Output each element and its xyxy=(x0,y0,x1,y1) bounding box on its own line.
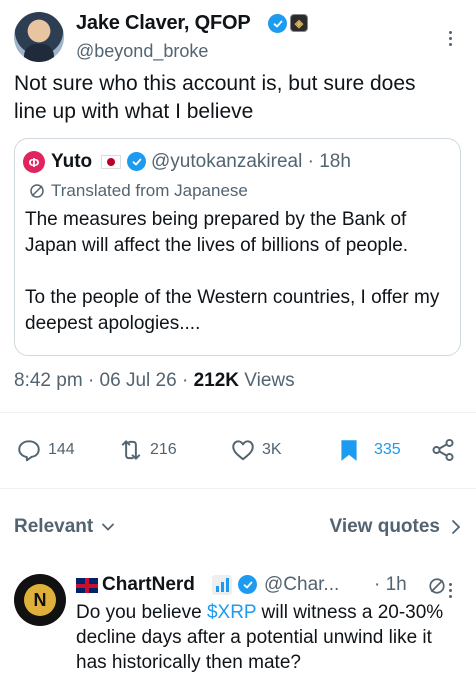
bookmark-button[interactable]: 335 xyxy=(336,430,401,470)
relevant-label: Relevant xyxy=(14,516,94,537)
repost-icon xyxy=(121,440,141,460)
chevron-right-icon xyxy=(452,520,461,534)
repost-button[interactable]: 216 xyxy=(118,430,177,470)
quote-paragraph: The measures being prepared by the Bank … xyxy=(25,209,409,256)
post-header: Jake Claver, QFOP ◈ @beyond_broke xyxy=(14,10,462,66)
quote-author-handle: @yutokanzakireal · 18h xyxy=(151,151,351,173)
reply-time: · 1h xyxy=(374,574,407,595)
author-badges: ◈ xyxy=(268,14,308,33)
reply-button[interactable]: 144 xyxy=(16,430,75,470)
view-quotes-button[interactable]: View quotes xyxy=(329,516,462,538)
post-text: Not sure who this account is, but sure d… xyxy=(14,72,416,123)
cashtag-link[interactable]: $XRP xyxy=(207,602,256,623)
quote-paragraph: To the people of the Western countries, … xyxy=(25,287,440,334)
like-count: 3K xyxy=(262,441,282,458)
reply-post[interactable]: N ChartNerd @Char... · 1h Do you believe… xyxy=(14,572,462,680)
bookmark-icon xyxy=(341,440,357,461)
relevant-sort-button[interactable]: Relevant xyxy=(14,516,115,538)
reply-text: Do you believe $XRP will witness a 20-30… xyxy=(76,600,462,675)
quoted-post[interactable]: Φ Yuto @yutokanzakireal · 18h Translated… xyxy=(14,138,461,356)
quote-handle-text: @yutokanzakireal xyxy=(151,151,303,172)
repost-count: 216 xyxy=(150,441,177,458)
uk-flag-icon xyxy=(76,578,98,593)
reply-author-name[interactable]: ChartNerd xyxy=(102,574,195,596)
share-icon xyxy=(432,438,454,462)
translated-text: Translated from Japanese xyxy=(51,181,248,200)
affiliate-badge-icon[interactable]: ◈ xyxy=(290,14,308,32)
author-handle[interactable]: @beyond_broke xyxy=(76,41,208,62)
divider xyxy=(0,488,476,489)
post-time: 8:42 pm xyxy=(14,370,83,391)
quote-text: The measures being prepared by the Bank … xyxy=(25,207,455,363)
quote-time: · 18h xyxy=(307,151,351,172)
reply-avatar[interactable]: N xyxy=(14,574,66,626)
author-name[interactable]: Jake Claver, QFOP xyxy=(76,12,251,35)
translated-label: Translated from Japanese xyxy=(29,181,248,201)
chevron-down-icon xyxy=(102,523,115,531)
author-avatar[interactable] xyxy=(14,12,64,62)
verified-badge-icon xyxy=(127,152,146,171)
reply-count: 144 xyxy=(48,441,75,458)
views-label: Views xyxy=(244,370,295,391)
reply-text-start: Do you believe xyxy=(76,602,207,623)
post-date: 06 Jul 26 xyxy=(99,370,177,391)
more-icon[interactable] xyxy=(440,580,460,600)
quote-author-name: Yuto xyxy=(51,151,93,172)
verified-badge-icon xyxy=(238,575,257,594)
reply-author-handle[interactable]: @Char... xyxy=(264,574,339,596)
verified-badge-icon[interactable] xyxy=(268,14,287,33)
chart-emoji-icon xyxy=(212,575,232,595)
share-button[interactable] xyxy=(430,430,456,470)
action-bar: 144 216 3K 335 xyxy=(0,430,476,470)
quote-avatar[interactable]: Φ xyxy=(23,151,45,173)
more-icon[interactable] xyxy=(440,28,460,48)
like-icon xyxy=(232,440,254,461)
post-meta: 8:42 pm · 06 Jul 26 · 212K Views xyxy=(14,370,295,391)
bookmark-count: 335 xyxy=(374,441,401,458)
divider xyxy=(0,412,476,413)
views-count: 212K xyxy=(193,370,239,391)
japan-flag-icon xyxy=(101,155,121,169)
view-quotes-label: View quotes xyxy=(329,516,440,537)
reply-icon xyxy=(18,440,40,462)
like-button[interactable]: 3K xyxy=(230,430,282,470)
replies-filter-bar: Relevant View quotes xyxy=(14,512,462,542)
translate-icon xyxy=(30,184,44,198)
